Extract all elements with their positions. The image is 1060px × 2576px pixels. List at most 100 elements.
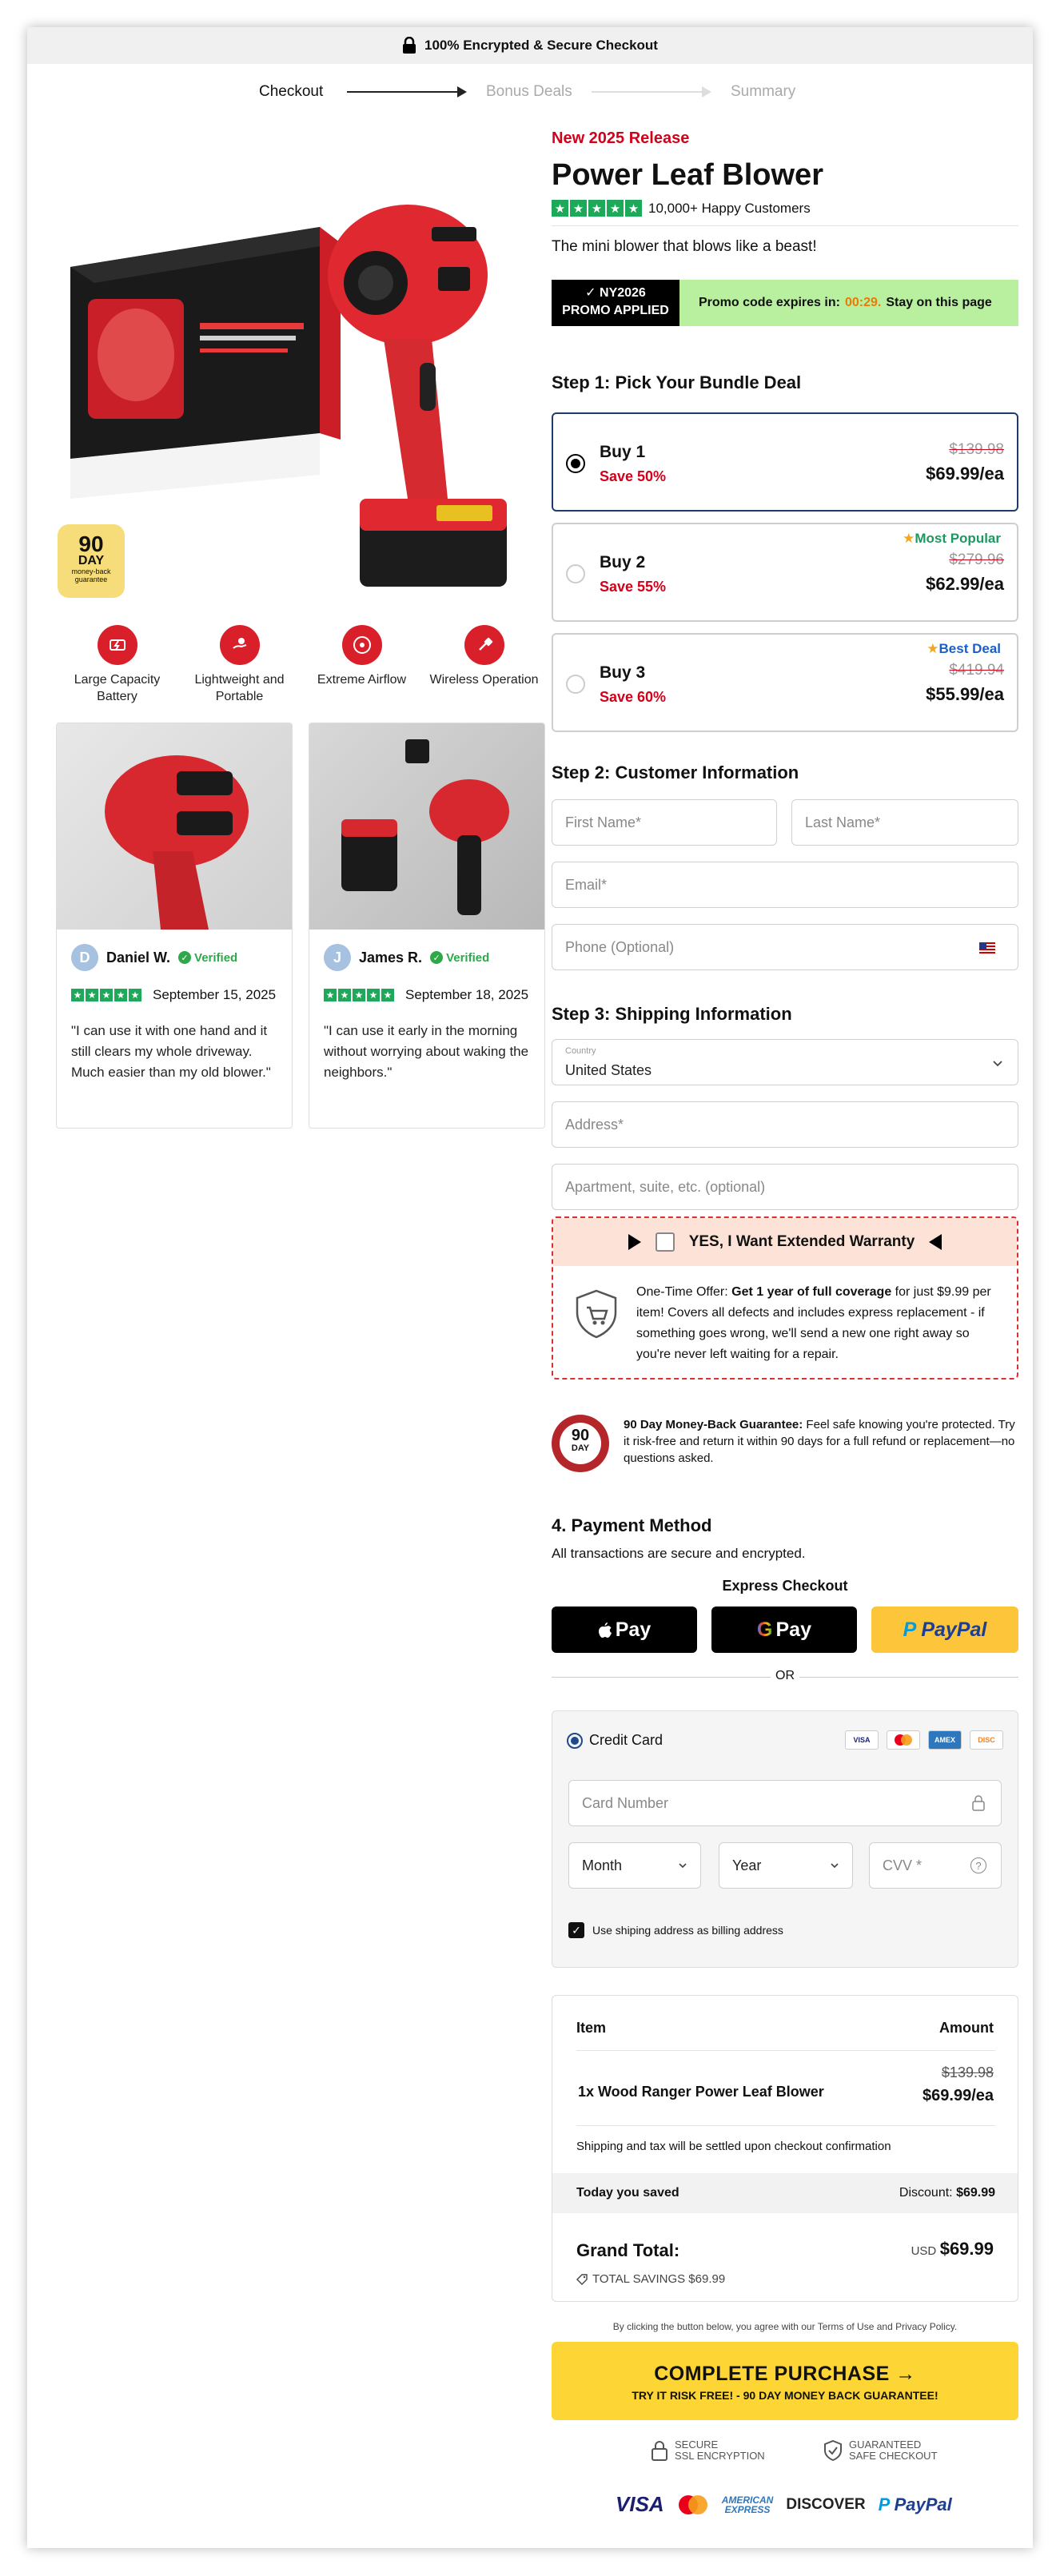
promo-code: ✓ NY2026 — [585, 286, 646, 300]
credit-card-radio[interactable] — [567, 1732, 583, 1749]
customer-count: 10,000+ Happy Customers — [648, 200, 811, 216]
cvv-placeholder: CVV * — [883, 1857, 923, 1873]
verified-badge: ✓ Verified — [178, 951, 237, 965]
first-name-field[interactable]: First Name* — [552, 799, 777, 846]
step-connector-2 — [592, 91, 703, 93]
ssl-badge: SECURE SSL ENCRYPTION — [651, 2439, 765, 2462]
billing-checkbox[interactable]: ✓ — [568, 1922, 584, 1938]
discover-logo: DISCOVER — [786, 2495, 866, 2513]
review-photo[interactable] — [57, 723, 292, 930]
star-rating: ★ ★ ★ ★ ★ — [552, 200, 642, 217]
phone-placeholder: Phone (Optional) — [565, 938, 675, 955]
apartment-field[interactable]: Apartment, suite, etc. (optional) — [552, 1164, 1018, 1210]
google-icon: G — [757, 1618, 773, 1641]
review-card: J James R. ✓ Verified ★ ★ ★ ★ ★ September 18,… — [309, 723, 545, 1129]
feature-airflow: Extreme Airflow — [301, 625, 423, 705]
month-value: Month — [582, 1857, 623, 1873]
phone-field[interactable]: Phone (Optional) — [552, 924, 1018, 970]
review-date: September 18, 2025 — [405, 987, 529, 1002]
email-field[interactable]: Email* — [552, 862, 1018, 908]
feature-airflow-label: Extreme Airflow — [317, 673, 407, 687]
chevron-down-icon — [831, 1863, 839, 1869]
product-rating: ★ ★ ★ ★ ★ 10,000+ Happy Customers — [552, 200, 811, 217]
feature-list: Large Capacity Battery Lightweight and P… — [56, 625, 545, 705]
secure-checkout-bar: 100% Encrypted & Secure Checkout — [27, 27, 1033, 64]
bundle-option-buy3[interactable]: ★Best Deal Buy 3 Save 60% $419.94 $55.99… — [552, 633, 1018, 732]
arrow-left-icon — [929, 1234, 942, 1250]
bundle-option-buy2[interactable]: ★Most Popular Buy 2 Save 55% $279.96 $62… — [552, 523, 1018, 622]
warranty-label: YES, I Want Extended Warranty — [688, 1233, 915, 1250]
review-text: "I can use it with one hand and it still… — [71, 1023, 271, 1080]
billing-same-option[interactable]: ✓ Use shiping address as billing address — [568, 1922, 783, 1938]
promo-timer: Promo code expires in: 00:29. Stay on th… — [679, 280, 1018, 326]
lock-icon — [652, 2441, 667, 2461]
product-illustration — [70, 205, 507, 587]
bundle-option-buy1[interactable]: Buy 1 Save 50% $139.98 $69.99/ea — [552, 412, 1018, 512]
discover-icon: DISC — [970, 1730, 1003, 1750]
google-pay-button[interactable]: G Pay — [711, 1607, 857, 1653]
warranty-header[interactable]: YES, I Want Extended Warranty — [553, 1218, 1017, 1266]
bundle-radio[interactable] — [566, 564, 585, 583]
product-title: Power Leaf Blower — [552, 158, 823, 192]
promo-stay-label: Stay on this page — [886, 296, 992, 309]
tag-icon — [576, 2273, 588, 2285]
payment-title: 4. Payment Method — [552, 1515, 712, 1535]
shipping-note: Shipping and tax will be settled upon ch… — [576, 2140, 891, 2153]
step3-title: Step 3: Shipping Information — [552, 1004, 792, 1024]
complete-purchase-button[interactable]: COMPLETE PURCHASE → TRY IT RISK FREE! - … — [552, 2342, 1018, 2420]
arrow-right-icon — [457, 86, 467, 98]
cvv-field[interactable]: CVV * ? — [869, 1842, 1002, 1889]
paypal-logo: P PayPal — [878, 2494, 952, 2514]
credit-card-label: Credit Card — [589, 1732, 663, 1748]
bundle-old-price: $139.98 — [949, 441, 1004, 458]
feature-battery: Large Capacity Battery — [56, 625, 178, 705]
bundle-price: $62.99/ea — [926, 574, 1004, 594]
step1-title: Step 1: Pick Your Bundle Deal — [552, 372, 802, 392]
card-number-placeholder: Card Number — [582, 1794, 669, 1811]
feature-lightweight-label: Lightweight and Portable — [194, 673, 285, 703]
shield-cart-icon — [576, 1289, 617, 1339]
bundle-radio[interactable] — [566, 454, 585, 473]
verified-badge: ✓ Verified — [430, 951, 489, 965]
bundle-name: Buy 2 — [600, 553, 646, 571]
paypal-button[interactable]: P PayPal — [871, 1607, 1018, 1653]
country-select[interactable]: Country United States — [552, 1039, 1018, 1085]
seal-days-unit: DAY — [571, 1443, 590, 1453]
credit-card-option[interactable]: Credit Card — [567, 1732, 663, 1749]
warranty-checkbox[interactable] — [655, 1232, 675, 1252]
amex-icon: AMEX — [928, 1730, 962, 1750]
address-field[interactable]: Address* — [552, 1101, 1018, 1148]
promo-banner: ✓ NY2026 PROMO APPLIED Promo code expire… — [552, 280, 1018, 326]
best-deal-tag: ★Best Deal — [927, 641, 1001, 656]
us-flag-icon[interactable] — [979, 942, 995, 954]
bundle-radio[interactable] — [566, 675, 585, 694]
star-icon: ★ — [903, 531, 915, 546]
product-hero-image[interactable] — [56, 123, 545, 651]
order-summary: Item Amount 1x Wood Ranger Power Leaf Bl… — [552, 1995, 1018, 2302]
review-date: September 15, 2025 — [153, 987, 277, 1002]
badge-text: money-back guarantee — [71, 567, 111, 583]
check-icon: ✓ — [178, 951, 192, 964]
most-popular-tag: ★Most Popular — [903, 531, 1001, 546]
promo-countdown: 00:29. — [844, 296, 882, 309]
cta-sub-label: TRY IT RISK FREE! - 90 DAY MONEY BACK GU… — [632, 2389, 938, 2402]
bundle-savings: Save 60% — [600, 689, 667, 705]
bundle-price: $69.99/ea — [926, 464, 1004, 484]
expiry-year-select[interactable]: Year — [719, 1842, 853, 1889]
review-photo[interactable] — [309, 723, 544, 930]
step-checkout: Checkout — [259, 83, 324, 100]
last-name-field[interactable]: Last Name* — [791, 799, 1018, 846]
star-icon: ★ — [927, 641, 939, 656]
step-connector-1 — [347, 91, 459, 93]
billing-same-label: Use shiping address as billing address — [592, 1924, 783, 1937]
apple-pay-button[interactable]: Pay — [552, 1607, 697, 1653]
star-rating: ★ ★ ★ ★ ★ — [324, 989, 394, 1001]
country-label: Country — [565, 1046, 596, 1056]
expiry-month-select[interactable]: Month — [568, 1842, 701, 1889]
card-number-field[interactable]: Card Number — [568, 1780, 1002, 1826]
payment-subtitle: All transactions are secure and encrypte… — [552, 1546, 806, 1561]
new-release-label: New 2025 Release — [552, 129, 690, 147]
reviewer-name: Daniel W. — [106, 949, 171, 966]
help-icon[interactable]: ? — [970, 1857, 986, 1873]
grand-total: USD $69.99 — [911, 2239, 994, 2259]
